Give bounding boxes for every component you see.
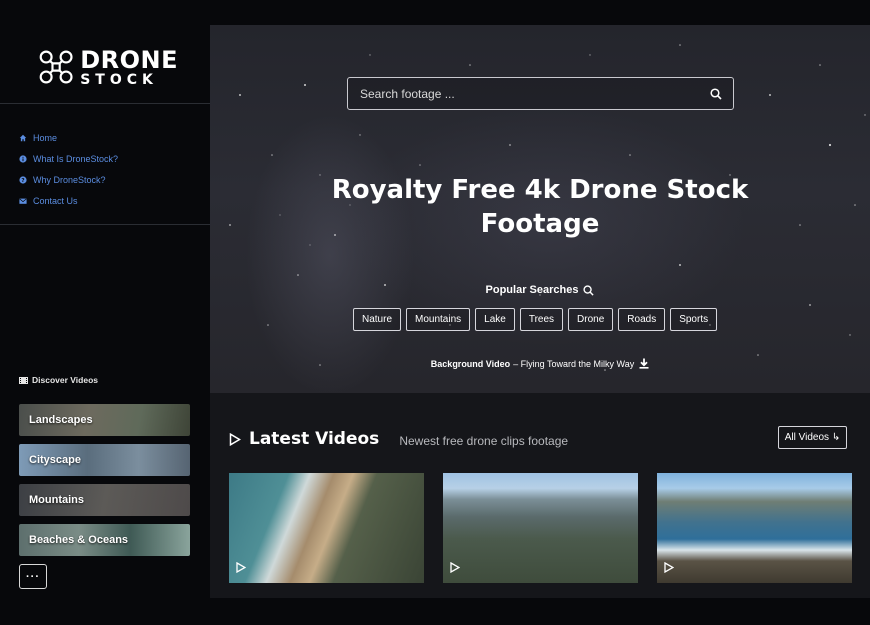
nav-item-why[interactable]: ? Why DroneStock? xyxy=(19,169,118,190)
more-categories-button[interactable]: ··· xyxy=(19,564,47,589)
hero-title-line1: Royalty Free 4k Drone Stock xyxy=(331,175,749,205)
tag-nature[interactable]: Nature xyxy=(353,308,402,331)
discover-videos-label: Discover Videos xyxy=(32,375,98,385)
popular-search-tags: Nature Mountains Lake Trees Drone Roads … xyxy=(353,308,722,331)
tag-mountains[interactable]: Mountains xyxy=(406,308,471,331)
nav-item-label: Contact Us xyxy=(33,195,78,206)
category-cityscape[interactable]: Cityscape xyxy=(19,444,190,476)
search-icon xyxy=(583,284,595,296)
brand-name-line2: STOCK xyxy=(80,71,158,88)
category-label: Cityscape xyxy=(29,454,81,466)
video-thumbnail[interactable] xyxy=(443,473,638,583)
sidebar-divider xyxy=(0,103,210,104)
category-label: Mountains xyxy=(29,494,84,506)
latest-videos-section: Latest Videos Newest free drone clips fo… xyxy=(210,393,870,598)
nav-item-home[interactable]: Home xyxy=(19,127,118,148)
question-icon: ? xyxy=(19,175,27,184)
nav-item-what-is[interactable]: What Is DroneStock? xyxy=(19,148,118,169)
search-bar xyxy=(347,77,734,110)
background-video-credit: Background Video – Flying Toward the Mil… xyxy=(210,358,870,369)
latest-videos-header: Latest Videos Newest free drone clips fo… xyxy=(229,429,568,449)
hero-title-line2: Footage xyxy=(480,209,600,239)
info-icon xyxy=(19,154,27,163)
tag-drone[interactable]: Drone xyxy=(568,308,614,331)
category-landscapes[interactable]: Landscapes xyxy=(19,404,190,436)
category-mountains[interactable]: Mountains xyxy=(19,484,190,516)
video-thumbnail[interactable] xyxy=(229,473,424,583)
tag-sports[interactable]: Sports xyxy=(670,308,718,331)
popular-searches-heading: Popular Searches xyxy=(210,284,870,296)
discover-videos-heading: Discover Videos xyxy=(19,375,98,385)
hero-section: Royalty Free 4k Drone Stock Footage Popu… xyxy=(210,25,870,393)
page: DRONE STOCK Home What Is DroneStock? ? W… xyxy=(0,0,870,625)
brand-logo[interactable]: DRONE STOCK xyxy=(38,45,178,89)
all-videos-button[interactable]: All Videos ↳ xyxy=(778,426,847,449)
film-icon xyxy=(19,376,28,384)
background-video-title: – Flying Toward the Milky Way xyxy=(513,358,635,369)
sidebar-nav: Home What Is DroneStock? ? Why DroneStoc… xyxy=(19,127,118,211)
home-icon xyxy=(19,134,27,141)
nav-item-contact[interactable]: Contact Us xyxy=(19,190,118,211)
popular-searches-label: Popular Searches xyxy=(485,284,579,296)
latest-videos-subtitle: Newest free drone clips footage xyxy=(399,433,569,448)
tag-roads[interactable]: Roads xyxy=(618,308,666,331)
category-label: Beaches & Oceans xyxy=(29,534,129,546)
tag-trees[interactable]: Trees xyxy=(519,308,564,331)
tag-lake[interactable]: Lake xyxy=(475,308,515,331)
nav-item-label: Home xyxy=(33,132,58,143)
category-label: Landscapes xyxy=(29,414,93,426)
brand-name-line1: DRONE xyxy=(80,45,178,74)
play-outline-icon xyxy=(229,432,241,446)
envelope-icon xyxy=(19,198,27,204)
search-input[interactable] xyxy=(348,78,699,109)
background-video-label: Background Video xyxy=(430,358,511,369)
hero-title: Royalty Free 4k Drone Stock Footage xyxy=(210,173,870,241)
category-beaches-oceans[interactable]: Beaches & Oceans xyxy=(19,524,190,556)
nav-item-label: Why DroneStock? xyxy=(33,174,106,185)
drone-logo-icon xyxy=(39,50,73,84)
svg-text:?: ? xyxy=(21,178,24,184)
nav-item-label: What Is DroneStock? xyxy=(33,153,119,164)
video-thumbnail[interactable] xyxy=(657,473,852,583)
sidebar-divider xyxy=(0,224,210,225)
download-icon[interactable] xyxy=(639,358,649,369)
sidebar: DRONE STOCK Home What Is DroneStock? ? W… xyxy=(0,25,210,625)
play-icon xyxy=(236,562,246,573)
latest-videos-title[interactable]: Latest Videos xyxy=(249,429,379,449)
play-icon xyxy=(664,562,674,573)
search-icon xyxy=(710,87,722,100)
play-icon xyxy=(450,562,460,573)
search-button[interactable] xyxy=(699,78,733,109)
